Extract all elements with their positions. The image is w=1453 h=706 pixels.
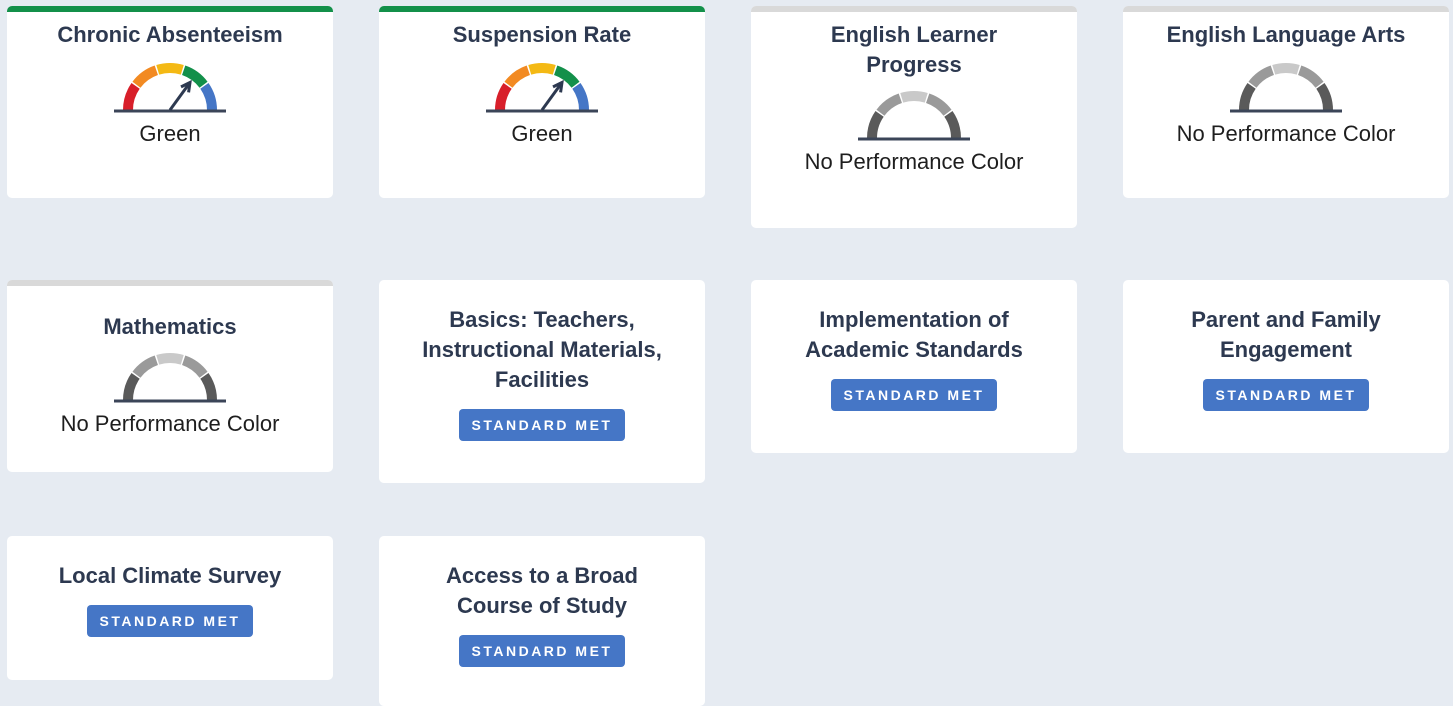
status-color-bar (379, 6, 705, 12)
card-implementation-academic-standards[interactable]: Implementation of Academic Standards STA… (751, 280, 1077, 453)
gauge-segment (156, 63, 184, 75)
card-title: Mathematics (103, 314, 237, 339)
gauge-segment (528, 63, 556, 75)
performance-status: No Performance Color (804, 149, 1024, 174)
gauge-segment (944, 111, 961, 139)
gauge-segment (495, 83, 512, 111)
card-title: Implementation of Academic Standards (805, 307, 1023, 362)
gauge-segment (123, 373, 140, 401)
card-parent-family-engagement[interactable]: Parent and Family Engagement STANDARD ME… (1123, 280, 1449, 453)
gauge-needle (168, 81, 192, 111)
performance-gauge-icon (486, 63, 598, 113)
gauge-segment (925, 93, 952, 116)
card-access-broad-course-of-study[interactable]: Access to a Broad Course of Study STANDA… (379, 536, 705, 706)
card-basics-teachers-materials-facilities[interactable]: Basics: Teachers, Instructional Material… (379, 280, 705, 483)
card-title: English Language Arts (1166, 22, 1406, 47)
gauge-segment (132, 65, 159, 88)
gauge-segment (1297, 65, 1324, 88)
performance-status: Green (511, 121, 573, 146)
card-english-language-arts[interactable]: English Language Arts No Performance Col… (1123, 6, 1449, 198)
standard-met-badge: STANDARD MET (458, 409, 626, 441)
card-title: Parent and Family Engagement (1191, 307, 1381, 362)
gauge-segment (572, 83, 589, 111)
gauge-segment (900, 91, 928, 103)
gauge-segment (1248, 65, 1275, 88)
card-chronic-absenteeism[interactable]: Chronic Absenteeism Green (7, 6, 333, 198)
status-color-bar (1123, 6, 1449, 12)
card-title: Chronic Absenteeism (57, 22, 283, 47)
gauge-segment (1316, 83, 1333, 111)
gauge-segment (132, 355, 159, 378)
performance-status: No Performance Color (60, 411, 280, 436)
no-performance-gauge-icon (858, 91, 970, 141)
no-performance-gauge-icon (114, 353, 226, 403)
card-title: Access to a Broad Course of Study (446, 563, 638, 618)
gauge-segment (156, 353, 184, 365)
card-title: Local Climate Survey (58, 563, 282, 588)
gauge-segment (1272, 63, 1300, 75)
card-title: Suspension Rate (452, 22, 632, 47)
standard-met-badge: STANDARD MET (1202, 379, 1370, 411)
status-color-bar (7, 6, 333, 12)
card-english-learner-progress[interactable]: English Learner Progress No Performance … (751, 6, 1077, 228)
gauge-segment (123, 83, 140, 111)
no-performance-gauge-icon (1230, 63, 1342, 113)
card-title: Basics: Teachers, Instructional Material… (422, 307, 662, 392)
performance-status: Green (139, 121, 201, 146)
card-local-climate-survey[interactable]: Local Climate Survey STANDARD MET (7, 536, 333, 680)
gauge-segment (200, 373, 217, 401)
standard-met-badge: STANDARD MET (458, 635, 626, 667)
card-suspension-rate[interactable]: Suspension Rate Green (379, 6, 705, 198)
gauge-needle (540, 81, 564, 111)
standard-met-badge: STANDARD MET (830, 379, 998, 411)
status-color-bar (7, 280, 333, 286)
gauge-segment (200, 83, 217, 111)
gauge-segment (1239, 83, 1256, 111)
gauge-segment (876, 93, 903, 116)
status-color-bar (751, 6, 1077, 12)
performance-gauge-icon (114, 63, 226, 113)
gauge-segment (504, 65, 531, 88)
standard-met-badge: STANDARD MET (86, 605, 254, 637)
performance-status: No Performance Color (1176, 121, 1396, 146)
gauge-segment (867, 111, 884, 139)
card-title: English Learner Progress (830, 22, 998, 77)
gauge-segment (181, 355, 208, 378)
card-mathematics[interactable]: Mathematics No Performance Color (7, 280, 333, 472)
